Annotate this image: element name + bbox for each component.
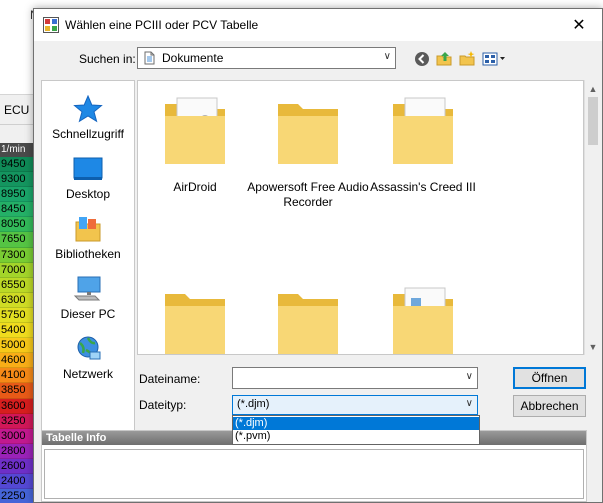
file-item-assassins-creed[interactable]: Assassin's Creed III [368,89,478,229]
rpm-cell[interactable]: 3000 [0,428,37,444]
cancel-button[interactable]: Abbrechen [513,395,586,417]
scroll-down-icon[interactable]: ▼ [585,338,601,355]
file-item-apowersoft[interactable]: Apowersoft Free Audio Recorder [247,89,369,229]
rpm-cell[interactable]: 5750 [0,307,37,324]
desktop-icon [73,157,103,180]
file-name-input[interactable]: ∨ [232,367,478,389]
rpm-cell[interactable]: 4600 [0,353,37,369]
rpm-cell[interactable]: 6300 [0,292,37,308]
file-item-name: Assassin's Creed III [370,180,476,194]
chevron-down-icon[interactable]: ∨ [466,371,473,382]
file-name-label: Dateiname: [139,372,201,386]
libraries-icon [75,217,101,242]
chevron-down-icon: ∨ [465,398,473,409]
rpm-cell[interactable]: 3850 [0,383,37,399]
rpm-cell[interactable]: 4100 [0,368,37,384]
place-label: Bibliotheken [55,247,121,261]
scroll-up-icon[interactable]: ▲ [585,80,601,97]
file-item-airdroid[interactable]: AirDroid [140,89,250,229]
folder-icon [278,294,338,354]
rpm-cell[interactable]: 2400 [0,473,37,490]
place-quick-access[interactable]: Schnellzugriff [42,91,134,149]
file-item-folder[interactable] [140,279,250,354]
view-grid-icon [482,52,505,66]
file-type-dropdown-list: (*.djm) (*.pvm) [232,415,480,445]
network-icon [77,336,101,360]
rpm-cell[interactable]: 9450 [0,157,37,173]
place-libraries[interactable]: Bibliotheken [42,211,134,269]
look-in-combobox[interactable]: Dokumente ∨ [137,47,396,69]
documents-icon [144,51,155,65]
file-type-value: (*.djm) [237,398,270,410]
rpm-cell[interactable]: 9300 [0,172,37,188]
chevron-down-icon: ∨ [383,51,391,62]
rpm-cell[interactable]: 5400 [0,323,37,339]
file-type-select[interactable]: (*.djm) ∨ [232,395,478,415]
table-info-body [44,449,584,499]
back-button[interactable] [412,49,432,69]
place-this-pc[interactable]: Dieser PC [42,271,134,329]
rpm-cell[interactable]: 3250 [0,413,37,429]
file-list-view: AirDroid Apowersoft Free Audio Recorder … [137,80,584,355]
open-button[interactable]: Öffnen [513,367,586,389]
look-in-label: Suchen in: [79,52,136,66]
rpm-cell[interactable]: 2250 [0,489,37,503]
dialog-title: Wählen eine PCIII oder PCV Tabelle [65,18,259,32]
rpm-cell[interactable]: 7650 [0,232,37,248]
place-desktop[interactable]: Desktop [42,151,134,209]
view-menu-button[interactable] [481,49,509,69]
place-label: Dieser PC [60,307,116,321]
folder-gear-icon [393,97,453,164]
up-folder-button[interactable] [434,49,454,69]
rpm-cell[interactable]: 6550 [0,277,37,293]
scrollbar-thumb[interactable] [588,97,598,145]
file-item-folder[interactable] [368,279,478,354]
ecu-tab-label[interactable]: ECU [4,103,29,117]
rpm-cell[interactable]: 5000 [0,338,37,354]
place-label: Netzwerk [62,367,113,381]
file-list-scrollbar[interactable]: ▲ ▼ [584,80,601,355]
look-in-value: Dokumente [162,51,224,65]
folder-icon [278,104,338,164]
rpm-cell[interactable]: 3600 [0,398,37,414]
rpm-column: 1/min 9450 9300 8950 8450 8050 7650 7300 7000 65… [0,143,37,503]
dialog-titlebar[interactable]: Wählen eine PCIII oder PCV Tabelle ✕ [34,9,602,41]
folder-documents-icon [393,287,453,354]
rpm-cell[interactable]: 7300 [0,247,37,263]
app-icon [43,17,59,33]
file-item-name: AirDroid [173,180,217,194]
back-arrow-icon [415,52,429,66]
rpm-cell[interactable]: 8450 [0,202,37,218]
rpm-cell[interactable]: 2600 [0,458,37,474]
rpm-cell[interactable]: 8050 [0,217,37,233]
place-label: Schnellzugriff [52,127,124,141]
new-folder-button[interactable] [457,49,477,69]
file-type-option[interactable]: (*.djm) [233,417,479,430]
close-icon: ✕ [572,17,586,34]
rpm-cell[interactable]: 8950 [0,187,37,203]
file-type-option[interactable]: (*.pvm) [233,430,479,443]
cancel-button-label: Abbrechen [520,399,579,413]
folder-icon [165,294,225,354]
computer-icon [73,276,101,301]
rpm-cell[interactable]: 2800 [0,443,37,459]
place-label: Desktop [65,187,111,201]
file-item-name: Apowersoft Free Audio Recorder [247,180,369,209]
star-icon [73,95,103,123]
file-item-folder[interactable] [253,279,363,354]
open-file-dialog: Wählen eine PCIII oder PCV Tabelle ✕ Suc… [33,8,603,503]
rpm-column-header: 1/min [0,143,37,157]
up-folder-icon [436,52,452,66]
new-folder-icon [459,51,475,66]
close-button[interactable]: ✕ [556,9,602,41]
open-button-label: Öffnen [531,371,568,385]
rpm-cell[interactable]: 7000 [0,262,37,278]
place-network[interactable]: Netzwerk [42,331,134,389]
file-type-label: Dateityp: [139,398,187,412]
places-bar: Schnellzugriff Desktop Bibliotheken Dies… [41,80,135,458]
folder-gear-icon [165,97,225,164]
